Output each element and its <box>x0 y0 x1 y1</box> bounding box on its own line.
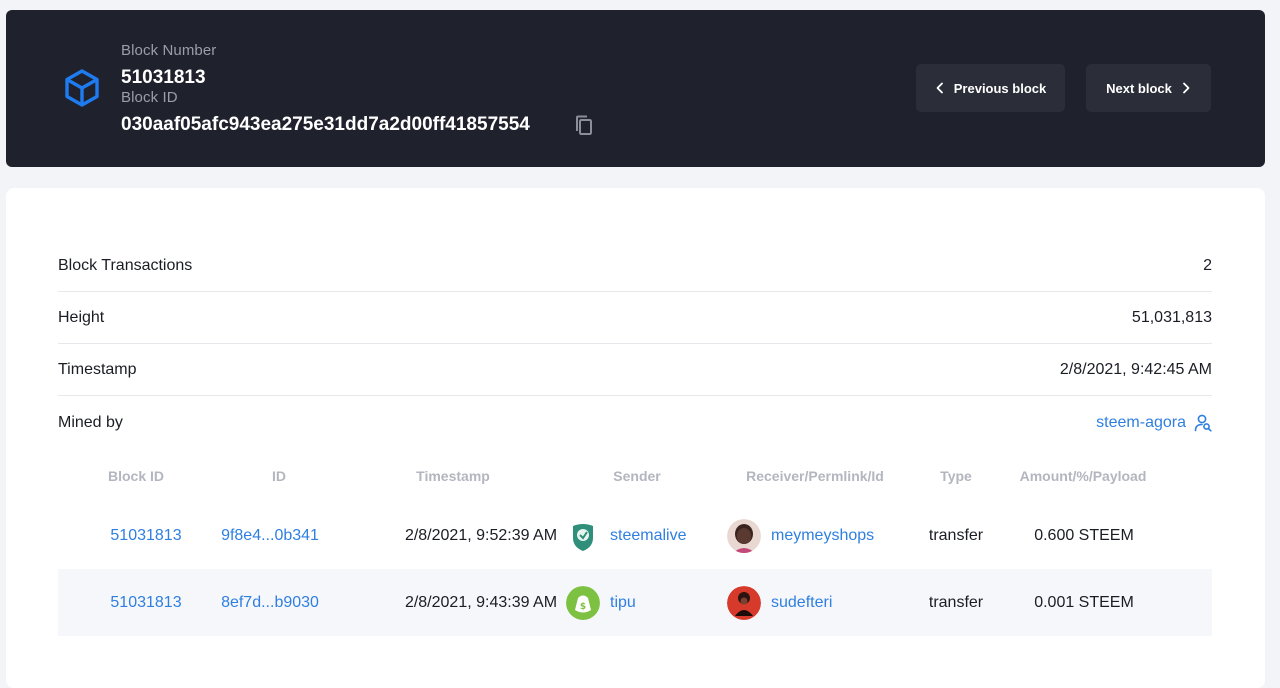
row-amount: 0.001 STEEM <box>1034 593 1134 611</box>
row-tx-id[interactable]: 8ef7d...b9030 <box>221 594 319 612</box>
transactions-table: Block ID ID Timestamp Sender Receiver/Pe… <box>58 458 1212 636</box>
row-timestamp: 2/8/2021, 9:43:39 AM <box>404 593 558 611</box>
chevron-right-icon <box>1182 82 1190 94</box>
height-value: 51,031,813 <box>1131 308 1212 326</box>
row-block-id[interactable]: 51031813 <box>110 527 181 545</box>
miner-link[interactable]: steem-agora <box>1096 414 1212 432</box>
timestamp-label: Timestamp <box>58 360 137 378</box>
receiver-name[interactable]: meymeyshops <box>771 527 874 545</box>
header-block-id: Block ID <box>107 468 165 484</box>
row-sender[interactable]: steemalive <box>566 518 686 553</box>
header-id: ID <box>272 468 286 484</box>
next-block-label: Next block <box>1106 80 1172 96</box>
mined-by-label: Mined by <box>58 414 123 431</box>
user-search-icon <box>1194 414 1212 432</box>
row-block-id[interactable]: 51031813 <box>110 594 181 612</box>
receiver-avatar <box>727 585 761 620</box>
receiver-name[interactable]: sudefteri <box>771 594 832 612</box>
mined-by-row: Mined by steem-agora <box>58 397 1212 449</box>
height-row: Height 51,031,813 <box>58 292 1212 344</box>
table-row: 51031813 8ef7d...b9030 2/8/2021, 9:43:39… <box>58 569 1212 636</box>
previous-block-button[interactable]: Previous block <box>916 64 1065 112</box>
row-timestamp: 2/8/2021, 9:52:39 AM <box>404 526 558 544</box>
sender-name[interactable]: tipu <box>610 594 636 612</box>
block-id: 030aaf05afc943ea275e31dd7a2d00ff41857554 <box>121 114 530 135</box>
svg-text:$: $ <box>580 602 586 612</box>
next-block-button[interactable]: Next block <box>1086 64 1211 112</box>
block-transactions-row: Block Transactions 2 <box>58 240 1212 292</box>
timestamp-value: 2/8/2021, 9:42:45 AM <box>1059 360 1212 378</box>
row-receiver[interactable]: sudefteri <box>727 585 832 620</box>
miner-name[interactable]: steem-agora <box>1096 414 1186 432</box>
header-receiver: Receiver/Permlink/Id <box>746 468 884 484</box>
table-row: 51031813 9f8e4...0b341 2/8/2021, 9:52:39… <box>58 502 1212 569</box>
block-number: 51031813 <box>121 67 206 88</box>
chevron-left-icon <box>936 82 943 94</box>
row-type: transfer <box>928 526 984 544</box>
block-details-card: Block Transactions 2 Height 51,031,813 T… <box>6 188 1265 688</box>
header-timestamp: Timestamp <box>416 468 490 484</box>
header-sender: Sender <box>613 468 661 484</box>
block-header: Block Number 51031813 Block ID 030aaf05a… <box>6 10 1265 167</box>
row-type: transfer <box>928 593 984 611</box>
row-receiver[interactable]: meymeyshops <box>727 518 874 553</box>
sender-avatar: $ <box>566 585 600 620</box>
row-sender[interactable]: $ tipu <box>566 585 636 620</box>
timestamp-row: Timestamp 2/8/2021, 9:42:45 AM <box>58 344 1212 396</box>
sender-avatar <box>566 518 600 553</box>
block-transactions-label: Block Transactions <box>58 256 193 274</box>
block-id-label: Block ID <box>121 89 178 106</box>
sender-name[interactable]: steemalive <box>610 527 686 545</box>
height-label: Height <box>58 308 105 326</box>
row-tx-id[interactable]: 9f8e4...0b341 <box>221 527 319 545</box>
header-amount: Amount/%/Payload <box>1019 468 1147 484</box>
block-transactions-value: 2 <box>1203 256 1212 274</box>
block-number-label: Block Number <box>121 42 217 59</box>
previous-block-label: Previous block <box>953 80 1047 96</box>
header-type: Type <box>940 468 972 484</box>
copy-icon[interactable] <box>573 114 595 138</box>
cube-icon <box>65 69 99 107</box>
receiver-avatar <box>727 518 761 553</box>
table-header: Block ID ID Timestamp Sender Receiver/Pe… <box>58 458 1212 494</box>
row-amount: 0.600 STEEM <box>1034 526 1134 544</box>
